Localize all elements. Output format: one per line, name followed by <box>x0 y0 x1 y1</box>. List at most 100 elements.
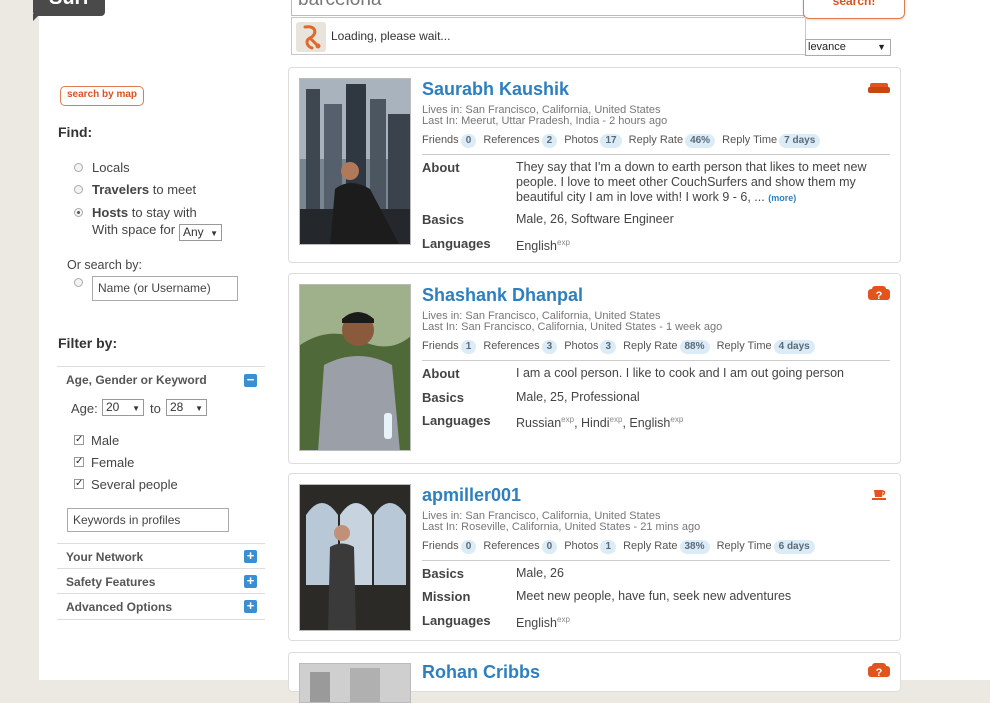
profile-photo[interactable] <box>299 78 411 245</box>
about-text: I am a cool person. I like to cook and I… <box>516 366 844 380</box>
loading-text: Loading, please wait... <box>331 29 451 43</box>
couchsurfing-logo-icon <box>296 22 326 52</box>
locals-label: Locals <box>92 160 130 175</box>
mission-text: Meet new people, have fun, seek new adve… <box>516 589 792 603</box>
row-label: About <box>422 160 460 175</box>
sort-value: levance <box>808 41 846 53</box>
result-card: apmiller001 Lives in: San Francisco, Cal… <box>288 473 901 641</box>
profile-photo[interactable] <box>299 284 411 451</box>
row-label: About <box>422 366 460 381</box>
profile-stats: Friends 0 References 0 Photos 1 Reply Rate 3… <box>422 540 819 554</box>
languages-text: Russianexp, Hindiexp, Englishexp <box>516 415 684 431</box>
travelers-label: Travelers to meet <box>92 182 197 197</box>
photos-count: 3 <box>600 340 617 354</box>
search-button[interactable]: search! <box>803 0 905 19</box>
last-in: Last In: San Francisco, California, Unit… <box>422 321 723 333</box>
male-label: Male <box>91 433 120 448</box>
svg-text:?: ? <box>876 667 883 679</box>
photos-count: 1 <box>600 540 617 554</box>
profile-photo[interactable] <box>299 663 411 703</box>
several-checkbox[interactable]: ✓ <box>74 479 84 489</box>
chevron-down-icon: ▼ <box>132 404 140 413</box>
expand-icon[interactable]: + <box>244 574 257 588</box>
reply-time: 6 days <box>773 540 815 554</box>
filter-age-gender[interactable]: Age, Gender or Keyword − <box>57 366 265 392</box>
hosts-label: Hosts to stay with <box>92 205 197 220</box>
filter-heading: Filter by: <box>58 335 118 351</box>
result-card: Rohan Cribbs ? <box>288 652 901 703</box>
name-search-input[interactable]: Name (or Username) <box>92 276 238 301</box>
search-input[interactable]: barcelona <box>291 0 805 16</box>
age-min-select[interactable]: 20 ▼ <box>102 399 144 416</box>
last-in: Last In: Roseville, California, United S… <box>422 521 701 533</box>
references-count: 0 <box>541 540 558 554</box>
profile-photo[interactable] <box>299 484 411 631</box>
filter-advanced-label: Advanced Options <box>66 600 173 614</box>
sort-select[interactable]: levance ▼ <box>805 39 891 56</box>
profile-name[interactable]: Shashank Dhanpal <box>422 285 583 306</box>
age-label: Age: <box>71 401 98 416</box>
divider <box>422 154 890 155</box>
chevron-down-icon: ▼ <box>210 229 218 238</box>
result-card: Shashank Dhanpal Lives in: San Francisco… <box>288 273 901 464</box>
female-checkbox[interactable]: ✓ <box>74 457 84 467</box>
locals-radio[interactable] <box>74 163 83 172</box>
hosts-radio[interactable] <box>74 208 83 217</box>
friends-count: 0 <box>460 134 477 148</box>
row-label: Languages <box>422 413 491 428</box>
name-search-radio[interactable] <box>74 278 83 287</box>
collapse-icon[interactable]: − <box>244 373 257 387</box>
reply-time: 7 days <box>779 134 821 148</box>
chevron-down-icon: ▼ <box>877 42 886 52</box>
filter-age-label: Age, Gender or Keyword <box>66 373 207 387</box>
maybe-icon: ? <box>868 663 890 685</box>
divider <box>422 560 890 561</box>
male-checkbox[interactable]: ✓ <box>74 435 84 445</box>
reply-rate: 88% <box>679 340 710 354</box>
reply-rate: 46% <box>685 134 716 148</box>
space-select[interactable]: Any ▼ <box>179 224 222 241</box>
reply-rate: 38% <box>679 540 710 554</box>
profile-stats: Friends 1 References 3 Photos 3 Reply Rate 8… <box>422 340 819 354</box>
or-search-label: Or search by: <box>67 258 143 272</box>
references-count: 3 <box>541 340 558 354</box>
friends-count: 1 <box>460 340 477 354</box>
filter-advanced[interactable]: Advanced Options + <box>57 593 265 620</box>
last-in: Last In: Meerut, Uttar Pradesh, India - … <box>422 115 668 127</box>
languages-text: Englishexp <box>516 238 570 254</box>
travelers-radio[interactable] <box>74 185 83 194</box>
chevron-down-icon: ▼ <box>195 404 203 413</box>
reply-time: 4 days <box>773 340 815 354</box>
basics-text: Male, 25, Professional <box>516 390 640 404</box>
svg-text:?: ? <box>876 290 883 302</box>
basics-text: Male, 26, Software Engineer <box>516 212 674 226</box>
filter-network[interactable]: Your Network + <box>57 543 265 568</box>
find-heading: Find: <box>58 124 93 140</box>
profile-name[interactable]: Saurabh Kaushik <box>422 79 569 100</box>
keywords-input[interactable]: Keywords in profiles <box>67 508 229 532</box>
site-logo[interactable]: Surf <box>33 0 105 16</box>
filter-network-label: Your Network <box>66 550 144 564</box>
divider <box>422 360 890 361</box>
row-label: Basics <box>422 390 464 405</box>
row-label: Basics <box>422 212 464 227</box>
search-by-map-button[interactable]: search by map <box>60 86 145 106</box>
autocomplete-loading: Loading, please wait... <box>291 17 806 55</box>
about-text: They say that I'm a down to earth person… <box>516 160 867 204</box>
row-label: Languages <box>422 613 491 628</box>
several-label: Several people <box>91 477 178 492</box>
friends-count: 0 <box>460 540 477 554</box>
age-max-select[interactable]: 28 ▼ <box>166 399 207 416</box>
expand-icon[interactable]: + <box>244 549 257 563</box>
photos-count: 17 <box>600 134 622 148</box>
couch-icon <box>868 81 890 100</box>
references-count: 2 <box>541 134 558 148</box>
profile-name[interactable]: apmiller001 <box>422 485 521 506</box>
logo-tab-tail <box>33 14 40 21</box>
filter-safety[interactable]: Safety Features + <box>57 568 265 593</box>
more-link[interactable]: (more) <box>768 193 796 203</box>
profile-stats: Friends 0 References 2 Photos 17 Reply Rate… <box>422 134 824 148</box>
maybe-icon: ? <box>868 286 890 308</box>
space-label: With space for <box>92 222 176 237</box>
expand-icon[interactable]: + <box>244 599 257 613</box>
